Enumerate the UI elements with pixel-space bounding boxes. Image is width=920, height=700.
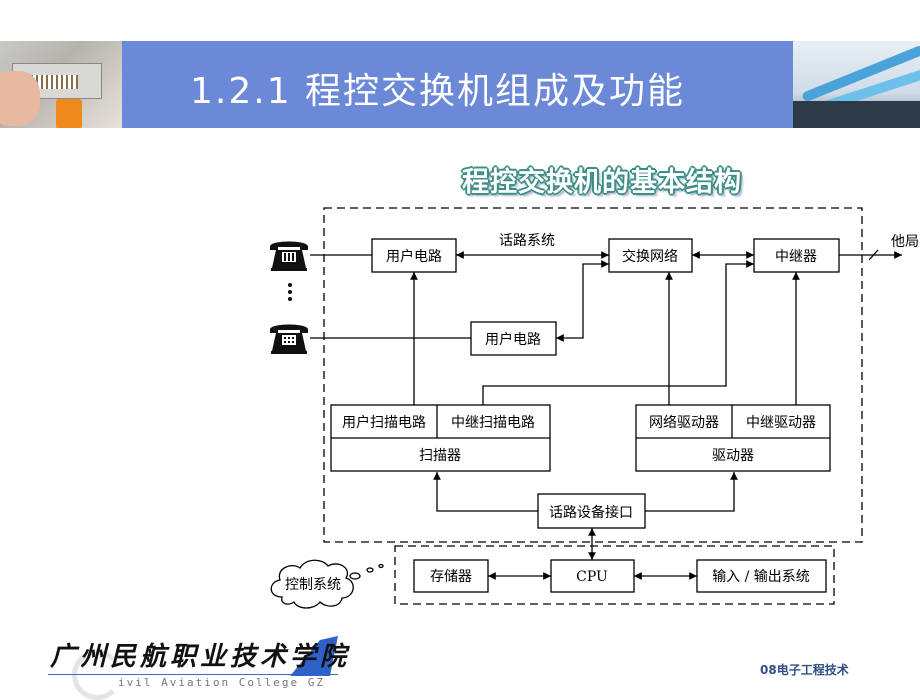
- ellipsis-dots: [288, 283, 292, 301]
- network-driver-label: 网络驱动器: [649, 415, 719, 431]
- line-interface-driver: [645, 472, 738, 512]
- line-interface-scanner: [433, 472, 538, 512]
- other-office-label: 他局: [891, 234, 919, 250]
- line-user2-switch: [556, 260, 609, 342]
- memory-label: 存储器: [430, 569, 472, 585]
- speech-interface-label: 话路设备接口: [549, 504, 633, 521]
- telephone-icon: [270, 324, 308, 354]
- trunk-scan-circuit-label: 中继扫描电路: [451, 415, 535, 431]
- driver-label: 驱动器: [712, 448, 754, 464]
- trunk-driver-label: 中继驱动器: [746, 415, 816, 431]
- thought-bubble: [378, 563, 384, 569]
- school-name: 广州民航职业技术学院: [50, 642, 351, 672]
- cpu-label: CPU: [576, 569, 608, 585]
- telephone-icon: [270, 241, 308, 271]
- course-label: 08电子工程技术: [760, 663, 849, 677]
- user-circuit-2-label: 用户电路: [485, 331, 541, 348]
- thought-bubble: [366, 567, 374, 573]
- speech-system-label: 话路系统: [499, 233, 555, 249]
- user-scan-circuit-label: 用户扫描电路: [342, 414, 426, 431]
- thought-bubble: [349, 572, 361, 580]
- control-system-label: 控制系统: [285, 577, 341, 593]
- school-name-en: ivil Aviation College GZ: [118, 676, 325, 689]
- io-system-label: 输入 / 输出系统: [712, 569, 810, 585]
- trunk-label: 中继器: [775, 249, 817, 265]
- user-circuit-1-label: 用户电路: [386, 248, 442, 265]
- switch-structure-diagram: 话路系统 他局 用户电路 用户电路 交换网络 中继器 用户扫描电路 中继扫描电路…: [270, 207, 919, 609]
- switch-network-label: 交换网络: [622, 248, 678, 265]
- scanner-label: 扫描器: [419, 448, 461, 464]
